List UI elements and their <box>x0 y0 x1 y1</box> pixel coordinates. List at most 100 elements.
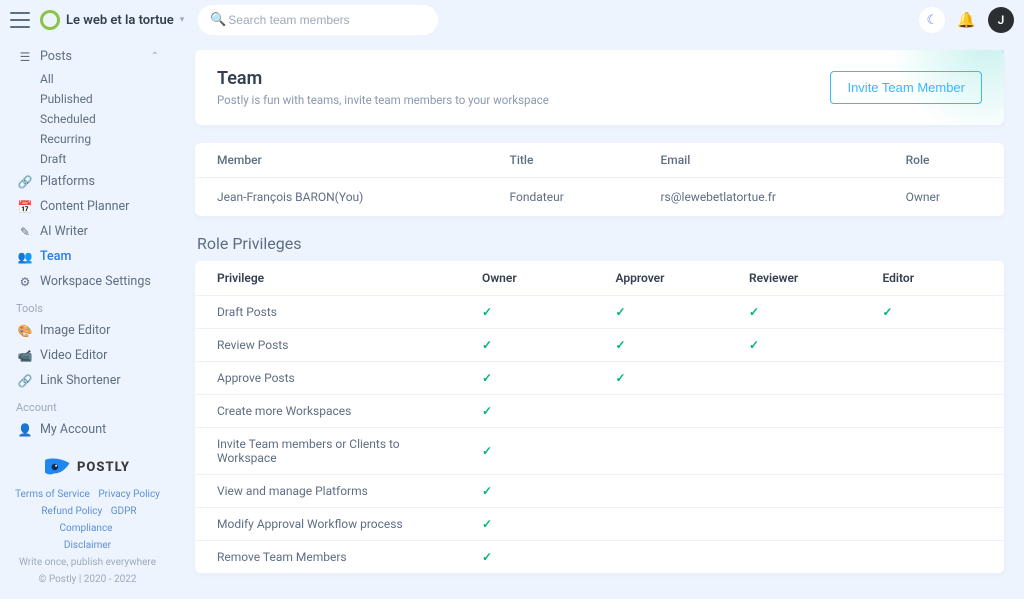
page-title: Team <box>217 68 549 89</box>
privilege-cell: ✓ <box>470 296 603 329</box>
col-title: Title <box>488 143 639 178</box>
privilege-name: Review Posts <box>195 329 470 362</box>
postly-logo[interactable]: POSTLY <box>10 442 165 486</box>
sidebar-item-link-shortener[interactable]: 🔗Link Shortener <box>10 368 165 393</box>
priv-col-privilege: Privilege <box>195 261 470 296</box>
privilege-row: Modify Approval Workflow process ✓ <box>195 508 1004 541</box>
privilege-cell: ✓ <box>470 508 603 541</box>
menu-toggle[interactable] <box>10 12 30 28</box>
privilege-cell <box>737 475 870 508</box>
check-icon: ✓ <box>482 305 492 319</box>
col-email: Email <box>638 143 883 178</box>
privilege-cell <box>604 541 737 574</box>
theme-toggle[interactable]: ☾ <box>919 7 945 33</box>
col-member: Member <box>195 143 488 178</box>
notifications-icon[interactable]: 🔔 <box>957 11 976 29</box>
sidebar-subitem-all[interactable]: All <box>34 69 165 89</box>
priv-col-owner: Owner <box>470 261 603 296</box>
sidebar-section-tools: Tools <box>10 294 165 318</box>
postly-icon <box>45 458 71 476</box>
sidebar-item-label: Team <box>40 249 71 264</box>
privilege-cell: ✓ <box>737 296 870 329</box>
sidebar-item-workspace-settings[interactable]: ⚙Workspace Settings <box>10 269 165 294</box>
privilege-cell: ✓ <box>871 296 1005 329</box>
privilege-cell <box>871 329 1005 362</box>
privilege-cell <box>737 508 870 541</box>
table-row[interactable]: Jean-François BARON(You)Fondateurrs@lewe… <box>195 178 1004 217</box>
privilege-cell: ✓ <box>604 329 737 362</box>
platforms-icon: 🔗 <box>16 175 34 189</box>
link-shortener-icon: 🔗 <box>16 374 34 388</box>
privilege-cell <box>871 395 1005 428</box>
team-members-table: Member Title Email Role Jean-François BA… <box>195 143 1004 216</box>
user-avatar[interactable]: J <box>988 7 1014 33</box>
privilege-cell: ✓ <box>470 541 603 574</box>
privilege-cell: ✓ <box>470 395 603 428</box>
sidebar-subitem-recurring[interactable]: Recurring <box>34 129 165 149</box>
privilege-name: Invite Team members or Clients to Worksp… <box>195 428 470 475</box>
privilege-row: Approve Posts✓✓ <box>195 362 1004 395</box>
privilege-cell <box>737 362 870 395</box>
sidebar-item-video-editor[interactable]: 📹Video Editor <box>10 343 165 368</box>
privilege-name: Draft Posts <box>195 296 470 329</box>
cell-role: Owner <box>884 178 1004 217</box>
privilege-cell <box>871 541 1005 574</box>
privilege-cell <box>871 508 1005 541</box>
link-tos[interactable]: Terms of Service <box>15 489 90 500</box>
video-editor-icon: 📹 <box>16 349 34 363</box>
sidebar-item-platforms[interactable]: 🔗Platforms <box>10 169 165 194</box>
content-planner-icon: 📅 <box>16 200 34 214</box>
sidebar-item-label: Content Planner <box>40 199 129 214</box>
sidebar-item-image-editor[interactable]: 🎨Image Editor <box>10 318 165 343</box>
chevron-down-icon[interactable]: ▾ <box>180 15 185 25</box>
link-privacy[interactable]: Privacy Policy <box>98 489 160 500</box>
privilege-cell: ✓ <box>470 475 603 508</box>
sidebar-item-ai-writer[interactable]: ✎AI Writer <box>10 219 165 244</box>
privilege-cell <box>604 428 737 475</box>
sidebar-item-posts[interactable]: ☰ Posts ⌃ <box>10 44 165 69</box>
privilege-cell <box>604 508 737 541</box>
privilege-name: Create more Workspaces <box>195 395 470 428</box>
priv-col-editor: Editor <box>871 261 1005 296</box>
priv-col-reviewer: Reviewer <box>737 261 870 296</box>
privilege-name: Approve Posts <box>195 362 470 395</box>
search-input[interactable] <box>198 5 438 35</box>
check-icon: ✓ <box>482 517 492 531</box>
check-icon: ✓ <box>749 305 759 319</box>
my-account-icon: 👤 <box>16 423 34 437</box>
sidebar-subitem-draft[interactable]: Draft <box>34 149 165 169</box>
sidebar-footer: Terms of Service Privacy Policy Refund P… <box>10 486 165 588</box>
privilege-cell: ✓ <box>604 296 737 329</box>
check-icon: ✓ <box>616 338 626 352</box>
workspace-name[interactable]: Le web et la tortue <box>66 13 174 28</box>
check-icon: ✓ <box>482 338 492 352</box>
image-editor-icon: 🎨 <box>16 324 34 338</box>
privilege-cell <box>737 395 870 428</box>
privilege-cell: ✓ <box>470 428 603 475</box>
sidebar-item-label: Posts <box>40 49 72 64</box>
sidebar-subitem-published[interactable]: Published <box>34 89 165 109</box>
check-icon: ✓ <box>482 550 492 564</box>
check-icon: ✓ <box>616 371 626 385</box>
link-disclaimer[interactable]: Disclaimer <box>64 540 111 551</box>
check-icon: ✓ <box>883 305 893 319</box>
cell-title: Fondateur <box>488 178 639 217</box>
workspace-settings-icon: ⚙ <box>16 275 34 289</box>
sidebar-item-label: My Account <box>40 422 106 437</box>
sidebar-item-content-planner[interactable]: 📅 Content Planner <box>10 194 165 219</box>
privilege-row: Review Posts ✓ ✓ ✓ <box>195 329 1004 362</box>
privilege-cell <box>871 428 1005 475</box>
privilege-name: Modify Approval Workflow process <box>195 508 470 541</box>
link-refund[interactable]: Refund Policy <box>41 506 102 517</box>
check-icon: ✓ <box>616 305 626 319</box>
sidebar-item-my-account[interactable]: 👤 My Account <box>10 417 165 442</box>
check-icon: ✓ <box>749 338 759 352</box>
sidebar-item-team[interactable]: 👥Team <box>10 244 165 269</box>
privilege-cell: ✓ <box>470 362 603 395</box>
invite-team-button[interactable]: Invite Team Member <box>830 71 982 104</box>
sidebar-section-account: Account <box>10 393 165 417</box>
privileges-table: PrivilegeOwnerApproverReviewerEditor Dra… <box>195 261 1004 573</box>
priv-col-approver: Approver <box>604 261 737 296</box>
privilege-row: View and manage Platforms✓ <box>195 475 1004 508</box>
sidebar-subitem-scheduled[interactable]: Scheduled <box>34 109 165 129</box>
